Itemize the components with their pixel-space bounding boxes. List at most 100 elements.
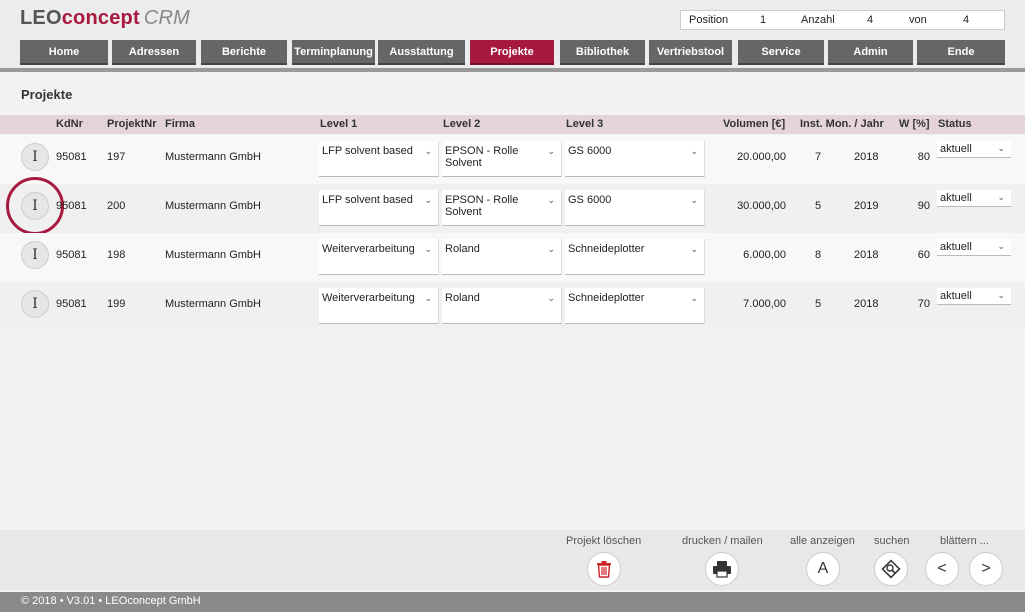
von-value: 4 bbox=[963, 14, 970, 26]
delete-label: Projekt löschen bbox=[566, 535, 642, 547]
browse-label: blättern ... bbox=[940, 535, 989, 547]
cell-w: 90 bbox=[917, 200, 930, 212]
nav-tab-home[interactable]: Home bbox=[20, 40, 108, 65]
cell-inst-mon: 8 bbox=[815, 249, 822, 261]
nav-tab-adressen[interactable]: Adressen bbox=[112, 40, 196, 65]
cell-kdnr: 95081 bbox=[56, 298, 87, 310]
cell-firma: Mustermann GmbH bbox=[165, 298, 261, 310]
copyright-footer: © 2018 • V3.01 • LEOconcept GmbH bbox=[0, 592, 1025, 612]
col-projektnr: ProjektNr bbox=[107, 118, 157, 130]
level3-select[interactable]: Schneideplotter ⌄ bbox=[565, 239, 705, 275]
search-label: suchen bbox=[874, 535, 910, 547]
position-box: Position 1 Anzahl 4 von 4 bbox=[680, 10, 1005, 30]
cell-projektnr: 197 bbox=[107, 151, 126, 163]
status-select[interactable]: aktuell ⌄ bbox=[937, 239, 1011, 256]
row-info-button[interactable]: I bbox=[21, 290, 49, 318]
chevron-down-icon: ⌄ bbox=[997, 241, 1005, 251]
table-row: I 95081 197 Mustermann GmbH LFP solvent … bbox=[0, 135, 1025, 184]
row-info-button[interactable]: I bbox=[21, 192, 49, 220]
col-w: W [%] bbox=[899, 118, 930, 130]
status-select[interactable]: aktuell ⌄ bbox=[937, 141, 1011, 158]
col-volumen: Volumen [€] bbox=[723, 118, 786, 130]
next-button[interactable]: > bbox=[969, 552, 1003, 586]
nav-tab-ende[interactable]: Ende bbox=[917, 40, 1005, 65]
printer-icon bbox=[713, 561, 731, 578]
search-button[interactable] bbox=[874, 552, 908, 586]
level3-select[interactable]: GS 6000 ⌄ bbox=[565, 141, 705, 177]
top-bar: LEOconcept CRM Position 1 Anzahl 4 von 4 … bbox=[0, 0, 1025, 68]
cell-w: 80 bbox=[917, 151, 930, 163]
previous-button[interactable]: < bbox=[925, 552, 959, 586]
letter-a-icon: A bbox=[817, 560, 829, 577]
chevron-down-icon: ⌄ bbox=[547, 195, 555, 205]
chevron-down-icon: ⌄ bbox=[690, 244, 698, 254]
level3-select[interactable]: GS 6000 ⌄ bbox=[565, 190, 705, 226]
level3-select[interactable]: Schneideplotter ⌄ bbox=[565, 288, 705, 324]
row-info-button[interactable]: I bbox=[21, 143, 49, 171]
cell-inst-mon: 5 bbox=[815, 298, 822, 310]
app-logo: LEOconcept CRM bbox=[20, 7, 190, 29]
cell-projektnr: 199 bbox=[107, 298, 126, 310]
cell-projektnr: 200 bbox=[107, 200, 126, 212]
page-title: Projekte bbox=[21, 87, 73, 102]
row-info-button[interactable]: I bbox=[21, 241, 49, 269]
nav-tab-projekte[interactable]: Projekte bbox=[470, 40, 554, 65]
level1-select[interactable]: LFP solvent based ⌄ bbox=[319, 141, 439, 177]
status-select[interactable]: aktuell ⌄ bbox=[937, 190, 1011, 207]
nav-tab-berichte[interactable]: Berichte bbox=[201, 40, 287, 65]
nav-tab-service[interactable]: Service bbox=[738, 40, 824, 65]
nav-divider bbox=[0, 68, 1025, 72]
nav-tab-vertriebstool[interactable]: Vertriebstool bbox=[649, 40, 732, 65]
cell-inst-jahr: 2018 bbox=[854, 298, 879, 310]
print-mail-button[interactable] bbox=[705, 552, 739, 586]
cell-volumen: 6.000,00 bbox=[743, 249, 786, 261]
level2-select[interactable]: Roland ⌄ bbox=[442, 239, 562, 275]
cell-projektnr: 198 bbox=[107, 249, 126, 261]
print-label: drucken / mailen bbox=[682, 535, 763, 547]
nav-tab-admin[interactable]: Admin bbox=[828, 40, 913, 65]
cell-volumen: 30.000,00 bbox=[737, 200, 786, 212]
cell-volumen: 20.000,00 bbox=[737, 151, 786, 163]
chevron-down-icon: ⌄ bbox=[424, 244, 432, 254]
table-row: I 95081 198 Mustermann GmbH Weiterverarb… bbox=[0, 233, 1025, 282]
cell-volumen: 7.000,00 bbox=[743, 298, 786, 310]
show-all-label: alle anzeigen bbox=[790, 535, 855, 547]
anzahl-label: Anzahl bbox=[801, 14, 835, 26]
chevron-down-icon: ⌄ bbox=[690, 195, 698, 205]
table-row: I 95081 200 Mustermann GmbH LFP solvent … bbox=[0, 177, 1025, 235]
chevron-down-icon: ⌄ bbox=[547, 244, 555, 254]
col-firma: Firma bbox=[165, 118, 195, 130]
trash-icon bbox=[597, 561, 611, 578]
col-kdnr: KdNr bbox=[56, 118, 83, 130]
nav-tab-bibliothek[interactable]: Bibliothek bbox=[560, 40, 645, 65]
level2-select[interactable]: Roland ⌄ bbox=[442, 288, 562, 324]
cell-firma: Mustermann GmbH bbox=[165, 249, 261, 261]
cell-firma: Mustermann GmbH bbox=[165, 151, 261, 163]
level1-select[interactable]: Weiterverarbeitung ⌄ bbox=[319, 239, 439, 275]
von-label: von bbox=[909, 14, 927, 26]
show-all-button[interactable]: A bbox=[806, 552, 840, 586]
level1-select[interactable]: Weiterverarbeitung ⌄ bbox=[319, 288, 439, 324]
cell-kdnr: 95081 bbox=[56, 151, 87, 163]
cell-kdnr: 95081 bbox=[56, 200, 87, 212]
chevron-down-icon: ⌄ bbox=[690, 293, 698, 303]
delete-project-button[interactable] bbox=[587, 552, 621, 586]
cell-inst-jahr: 2018 bbox=[854, 249, 879, 261]
col-status: Status bbox=[938, 118, 972, 130]
chevron-down-icon: ⌄ bbox=[690, 146, 698, 156]
level2-select[interactable]: EPSON - Rolle Solvent ⌄ bbox=[442, 190, 562, 226]
chevron-down-icon: ⌄ bbox=[997, 290, 1005, 300]
level1-select[interactable]: LFP solvent based ⌄ bbox=[319, 190, 439, 226]
chevron-down-icon: ⌄ bbox=[424, 195, 432, 205]
cell-w: 70 bbox=[917, 298, 930, 310]
level2-select[interactable]: EPSON - Rolle Solvent ⌄ bbox=[442, 141, 562, 177]
col-level1: Level 1 bbox=[320, 118, 358, 130]
chevron-left-icon: < bbox=[937, 560, 947, 577]
status-select[interactable]: aktuell ⌄ bbox=[937, 288, 1011, 305]
position-value: 1 bbox=[760, 14, 767, 26]
nav-tab-terminplanung[interactable]: Terminplanung bbox=[292, 40, 375, 65]
nav-tab-ausstattung[interactable]: Ausstattung bbox=[378, 40, 465, 65]
chevron-down-icon: ⌄ bbox=[997, 143, 1005, 153]
chevron-down-icon: ⌄ bbox=[547, 146, 555, 156]
cell-w: 60 bbox=[917, 249, 930, 261]
